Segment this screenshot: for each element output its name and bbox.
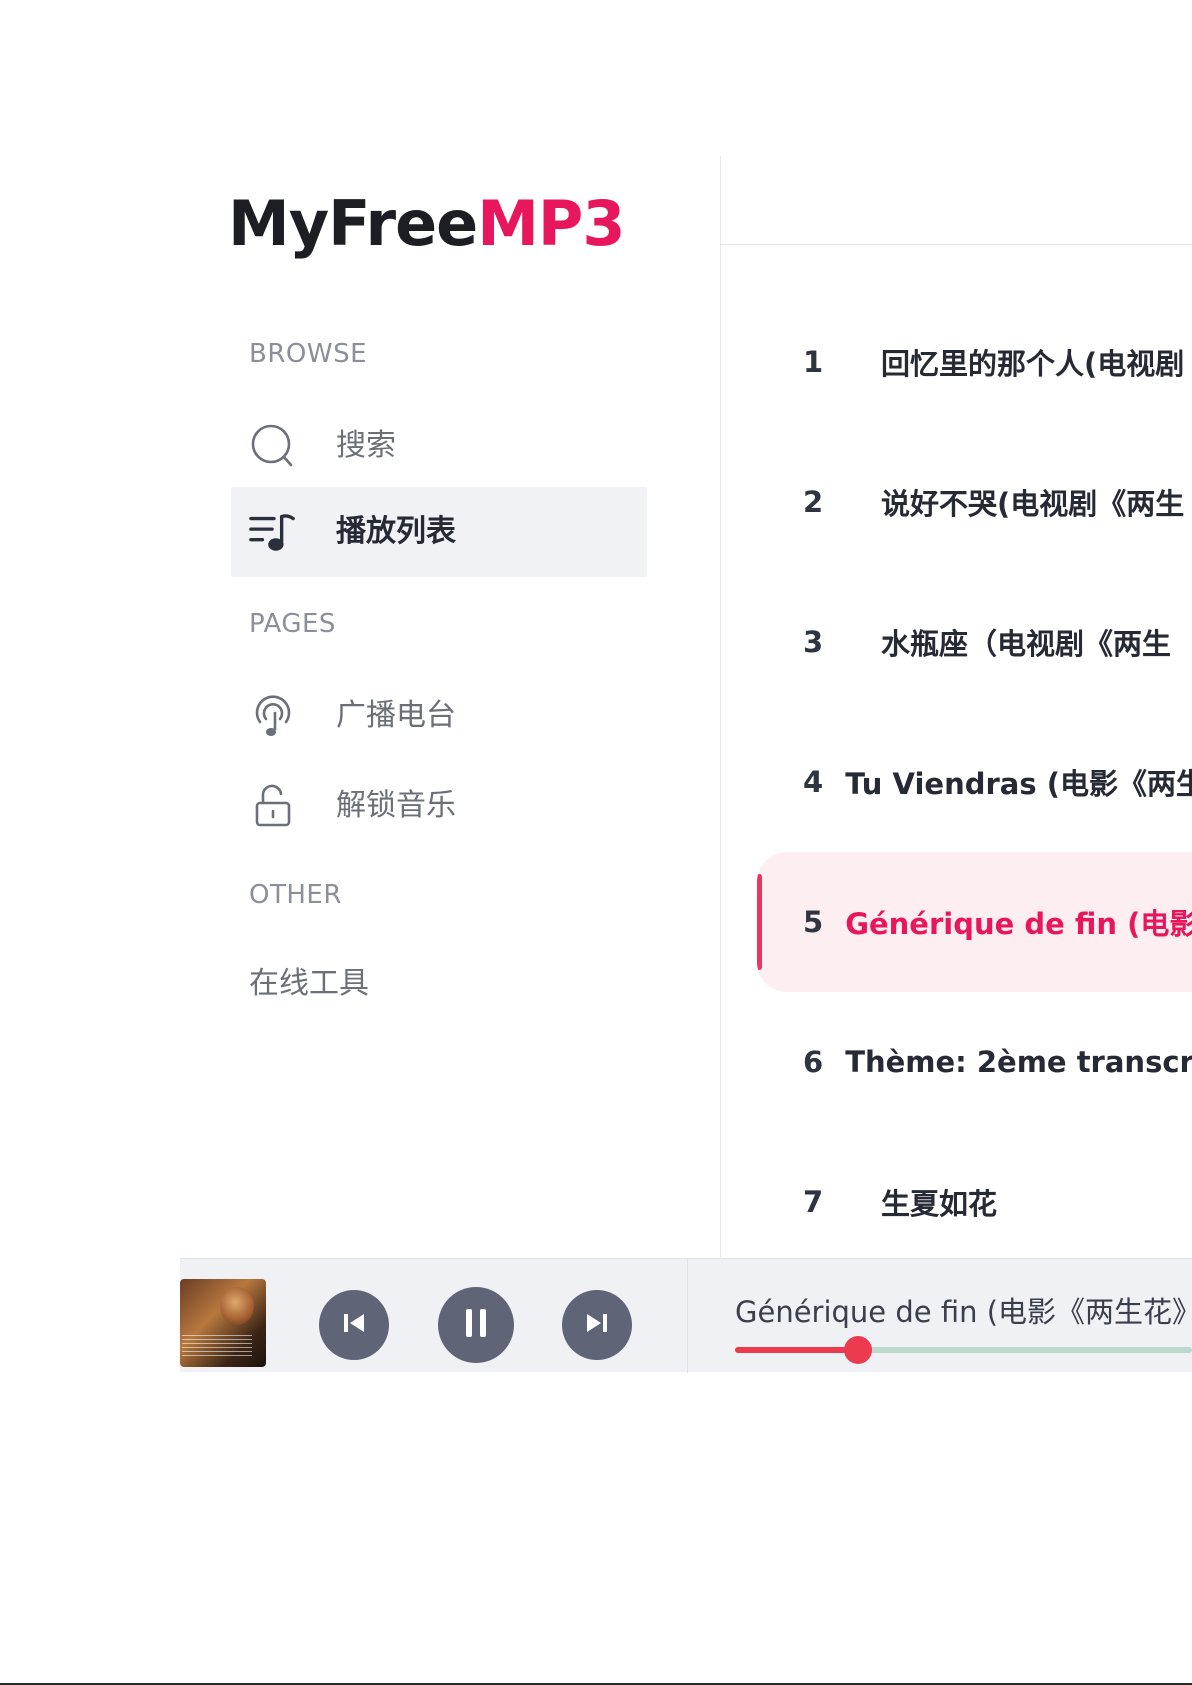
sidebar-item-unlock[interactable]: 解锁音乐 bbox=[231, 761, 647, 851]
track-number: 2 bbox=[803, 485, 824, 519]
playlist-track-row[interactable]: 6 Thème: 2ème transcrip bbox=[757, 992, 1192, 1132]
sidebar-divider bbox=[720, 156, 721, 1258]
playlist-track-row[interactable]: 2 说好不哭(电视剧《两生 bbox=[757, 432, 1192, 572]
player-divider bbox=[687, 1259, 688, 1373]
sidebar-item-label: 广播电台 bbox=[336, 698, 456, 733]
sidebar-item-radio[interactable]: 广播电台 bbox=[231, 671, 647, 761]
playlist-track-row[interactable]: 7 生夏如花 bbox=[757, 1132, 1192, 1272]
logo-text-mp3: MP3 bbox=[477, 187, 625, 260]
section-label-browse: BROWSE bbox=[249, 339, 368, 369]
search-icon bbox=[249, 422, 297, 470]
sidebar-item-online-tools[interactable]: 在线工具 bbox=[249, 966, 369, 1002]
track-title: Thème: 2ème transcrip bbox=[845, 1045, 1192, 1079]
header-divider bbox=[721, 244, 1192, 245]
app-screen: MyFreeMP3 BROWSE 搜索 播放列表 PAGES 广播电台 解锁音乐… bbox=[0, 0, 1192, 1685]
album-art[interactable] bbox=[180, 1279, 266, 1367]
unlock-icon bbox=[249, 782, 297, 830]
progress-fill bbox=[735, 1347, 859, 1353]
track-title: 回忆里的那个人(电视剧 bbox=[881, 347, 1185, 381]
track-title: Tu Viendras (电影《两生 bbox=[845, 767, 1192, 801]
progress-bar[interactable] bbox=[735, 1336, 1192, 1364]
skip-previous-icon bbox=[340, 1309, 368, 1341]
track-title: 水瓶座（电视剧《两生 bbox=[881, 627, 1172, 661]
track-number: 6 bbox=[803, 1045, 824, 1079]
track-number: 7 bbox=[803, 1185, 824, 1219]
playlist-track-row[interactable]: 4 Tu Viendras (电影《两生 bbox=[757, 712, 1192, 852]
active-track-indicator bbox=[757, 874, 762, 970]
logo-text-myfree: MyFree bbox=[228, 187, 478, 260]
playlist-track-row-active[interactable]: 5 Générique de fin (电影 bbox=[757, 852, 1192, 992]
section-label-other: OTHER bbox=[249, 880, 342, 910]
track-number: 3 bbox=[803, 625, 824, 659]
album-art-figure bbox=[220, 1287, 254, 1325]
track-number: 4 bbox=[803, 765, 824, 799]
track-number: 1 bbox=[803, 345, 824, 379]
playlist-icon bbox=[249, 508, 297, 556]
section-label-pages: PAGES bbox=[249, 609, 336, 639]
now-playing-title: Générique de fin (电影《两生花》 bbox=[735, 1295, 1192, 1329]
playlist-track-row[interactable]: 3 水瓶座（电视剧《两生 bbox=[757, 572, 1192, 712]
sidebar-item-label: 搜索 bbox=[336, 428, 396, 463]
track-number: 5 bbox=[803, 905, 824, 939]
pause-icon bbox=[461, 1306, 491, 1344]
next-track-button[interactable] bbox=[562, 1290, 632, 1360]
track-title: 说好不哭(电视剧《两生 bbox=[881, 487, 1185, 521]
sidebar-item-playlist[interactable]: 播放列表 bbox=[231, 487, 647, 577]
skip-next-icon bbox=[583, 1309, 611, 1341]
track-title: Générique de fin (电影 bbox=[845, 907, 1192, 941]
radio-podcast-icon bbox=[249, 692, 297, 740]
app-logo[interactable]: MyFreeMP3 bbox=[228, 187, 625, 260]
sidebar-item-search[interactable]: 搜索 bbox=[231, 401, 647, 491]
previous-track-button[interactable] bbox=[319, 1290, 389, 1360]
album-art-text bbox=[182, 1335, 252, 1357]
player-bar: Générique de fin (电影《两生花》 bbox=[180, 1258, 1192, 1373]
playlist-track-row[interactable]: 1 回忆里的那个人(电视剧 bbox=[757, 292, 1192, 432]
track-title: 生夏如花 bbox=[881, 1187, 998, 1221]
progress-knob[interactable] bbox=[844, 1336, 873, 1364]
sidebar-item-label: 解锁音乐 bbox=[336, 788, 456, 823]
sidebar-item-label: 播放列表 bbox=[336, 514, 456, 549]
pause-button[interactable] bbox=[438, 1287, 514, 1363]
